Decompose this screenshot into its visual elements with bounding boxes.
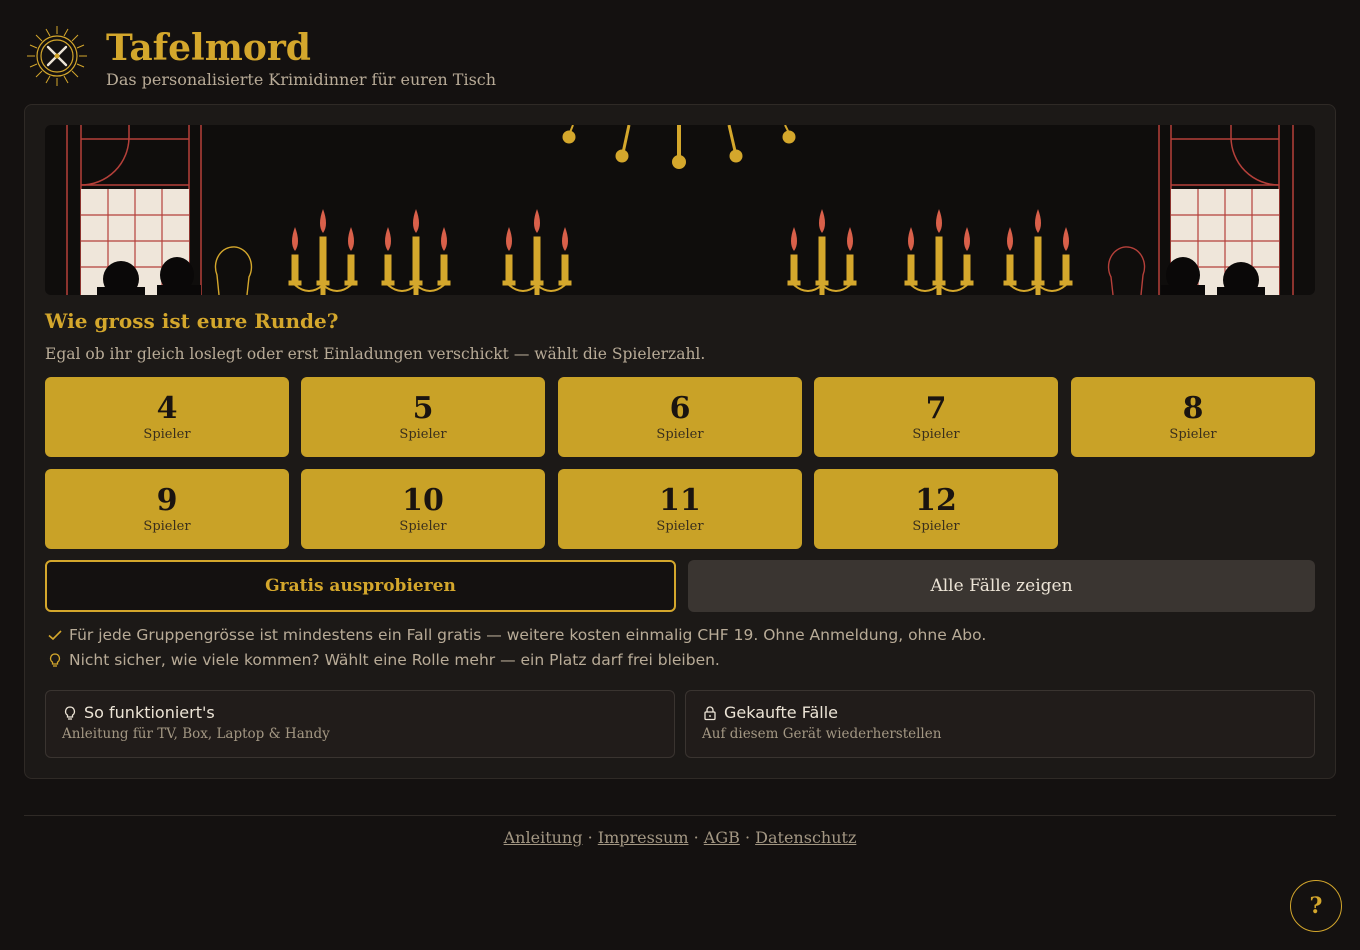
- player-count-label: Spieler: [912, 518, 960, 534]
- player-count-4-button[interactable]: 4 Spieler: [45, 377, 289, 457]
- footer-separator: ·: [587, 828, 593, 847]
- help-button[interactable]: ?: [1290, 880, 1342, 932]
- player-count-10-button[interactable]: 10 Spieler: [301, 469, 545, 549]
- player-count-number: 8: [1182, 390, 1204, 426]
- player-count-12-button[interactable]: 12 Spieler: [814, 469, 1058, 549]
- player-count-label: Spieler: [1169, 426, 1217, 442]
- how-it-works-subtitle: Anleitung für TV, Box, Laptop & Handy: [62, 726, 330, 742]
- extra-role-note-text: Nicht sicher, wie viele kommen? Wählt ei…: [69, 651, 720, 669]
- dinner-scene-illustration: [45, 125, 1315, 295]
- show-all-cases-button[interactable]: Alle Fälle zeigen: [688, 560, 1315, 612]
- player-count-label: Spieler: [656, 518, 704, 534]
- footer-separator: ·: [744, 828, 751, 847]
- candelabra-icon: [787, 209, 857, 295]
- player-count-question: Wie gross ist eure Runde?: [45, 309, 339, 333]
- candelabra-icon: [288, 209, 358, 295]
- player-count-label: Spieler: [656, 426, 704, 442]
- player-count-number: 7: [925, 390, 947, 426]
- how-it-works-card[interactable]: So funktioniert's Anleitung für TV, Box,…: [45, 690, 675, 758]
- footer-link-agb[interactable]: AGB: [704, 828, 740, 847]
- lightbulb-icon: [47, 652, 63, 668]
- app-tagline: Das personalisierte Krimidinner für eure…: [106, 70, 497, 89]
- how-it-works-title: So funktioniert's: [84, 703, 215, 722]
- how-it-works-title-row: So funktioniert's: [62, 703, 658, 722]
- lightbulb-icon: [62, 705, 78, 721]
- player-count-7-button[interactable]: 7 Spieler: [814, 377, 1058, 457]
- player-count-label: Spieler: [143, 518, 191, 534]
- main-card: Wie gross ist eure Runde? Egal ob ihr gl…: [24, 104, 1336, 779]
- candelabras: [288, 209, 1073, 295]
- player-count-number: 12: [915, 482, 957, 518]
- player-count-5-button[interactable]: 5 Spieler: [301, 377, 545, 457]
- player-count-8-button[interactable]: 8 Spieler: [1071, 377, 1315, 457]
- candelabra-icon: [1003, 209, 1073, 295]
- crest-logo-icon: [27, 26, 87, 86]
- player-count-number: 5: [412, 390, 434, 426]
- candelabra-icon: [381, 209, 451, 295]
- player-count-hint: Egal ob ihr gleich loslegt oder erst Ein…: [45, 345, 706, 363]
- player-count-label: Spieler: [143, 426, 191, 442]
- footer-separator: ·: [693, 828, 699, 847]
- header: Tafelmord Das personalisierte Krimidinne…: [26, 24, 496, 89]
- footer-link-impressum[interactable]: Impressum: [598, 828, 689, 847]
- pricing-note-text: Für jede Gruppengrösse ist mindestens ei…: [69, 626, 987, 644]
- purchased-cases-title-row: Gekaufte Fälle: [702, 703, 1298, 722]
- player-count-number: 6: [669, 390, 691, 426]
- pricing-note: Für jede Gruppengrösse ist mindestens ei…: [47, 626, 986, 644]
- candelabra-icon: [502, 209, 572, 295]
- try-free-button[interactable]: Gratis ausprobieren: [45, 560, 676, 612]
- lock-icon: [702, 705, 718, 721]
- player-count-number: 9: [156, 482, 178, 518]
- app-title: Tafelmord: [106, 27, 311, 69]
- player-count-6-button[interactable]: 6 Spieler: [558, 377, 802, 457]
- player-count-label: Spieler: [399, 426, 447, 442]
- dinner-scene-svg: [66, 125, 1294, 295]
- player-count-label: Spieler: [912, 426, 960, 442]
- footer-divider: [24, 815, 1336, 816]
- purchased-cases-subtitle: Auf diesem Gerät wiederherstellen: [702, 726, 942, 742]
- check-icon: [47, 627, 63, 643]
- player-count-9-button[interactable]: 9 Spieler: [45, 469, 289, 549]
- candelabra-icon: [904, 209, 974, 295]
- player-count-number: 10: [402, 482, 444, 518]
- player-count-number: 11: [659, 482, 701, 518]
- player-count-label: Spieler: [399, 518, 447, 534]
- purchased-cases-card[interactable]: Gekaufte Fälle Auf diesem Gerät wiederhe…: [685, 690, 1315, 758]
- footer: Anleitung · Impressum · AGB · Datenschut…: [0, 828, 1360, 847]
- footer-link-datenschutz[interactable]: Datenschutz: [755, 828, 856, 847]
- player-count-number: 4: [156, 390, 178, 426]
- footer-link-anleitung[interactable]: Anleitung: [504, 828, 583, 847]
- extra-role-note: Nicht sicher, wie viele kommen? Wählt ei…: [47, 651, 720, 669]
- player-count-11-button[interactable]: 11 Spieler: [558, 469, 802, 549]
- purchased-cases-title: Gekaufte Fälle: [724, 703, 838, 722]
